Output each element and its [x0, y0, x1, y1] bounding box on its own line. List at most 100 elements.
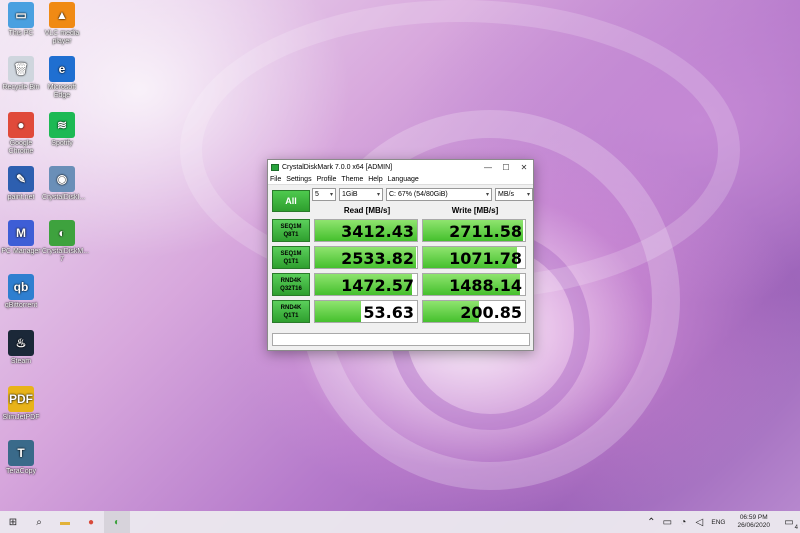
unit-value: MB/s: [498, 191, 514, 198]
test-button-0[interactable]: SEQ1M Q8T1: [272, 219, 310, 242]
clock-date: 26/06/2020: [737, 522, 770, 529]
edge-icon: e: [49, 56, 75, 82]
unit-select[interactable]: MB/s ▾: [495, 188, 533, 201]
file-explorer-icon[interactable]: ▬: [52, 511, 78, 533]
write-result-cell: 2711.58: [422, 219, 526, 242]
test-name: RND4K: [280, 277, 302, 284]
chevron-up-icon[interactable]: ⌃: [643, 511, 659, 533]
test-button-2[interactable]: RND4K Q32T16: [272, 273, 310, 296]
crystaldiskinfo-icon: ◉: [49, 166, 75, 192]
desktop-icon[interactable]: ● Google Chrome: [1, 112, 41, 156]
qbittorrent-icon: qb: [8, 274, 34, 300]
write-result-cell: 1071.78: [422, 246, 526, 269]
all-button[interactable]: All: [272, 190, 310, 212]
desktop-icon[interactable]: ▭ This PC: [1, 2, 41, 38]
write-result-cell: 1488.14: [422, 273, 526, 296]
volume-icon[interactable]: ◁: [691, 511, 707, 533]
menu-settings[interactable]: Settings: [286, 176, 311, 183]
desktop-icon-label: paint.net: [7, 194, 35, 201]
menu-help[interactable]: Help: [368, 176, 382, 183]
read-value: 1472.57: [341, 276, 414, 295]
title-bar[interactable]: CrystalDiskMark 7.0.0 x64 [ADMIN] — ☐ ✕: [268, 160, 533, 174]
desktop-icon[interactable]: ◉ CrystalDiskI...: [42, 166, 86, 202]
search-icon[interactable]: ⌕: [26, 511, 52, 533]
desktop-icon[interactable]: T TeraCopy: [1, 440, 41, 476]
desktop-icon[interactable]: qb qBittorrent: [1, 274, 41, 310]
clock[interactable]: 06:59 PM 26/06/2020: [737, 514, 770, 530]
read-progress-bar: [315, 301, 361, 322]
comment-field[interactable]: [272, 333, 530, 346]
menu-theme[interactable]: Theme: [341, 176, 363, 183]
language-indicator[interactable]: ENG: [711, 519, 725, 526]
read-header: Read [MB/s]: [343, 206, 391, 215]
menu-file[interactable]: File: [270, 176, 281, 183]
desktop-icon-label: CrystalDiskI...: [42, 194, 86, 201]
recycle-bin-icon: 🗑: [8, 56, 34, 82]
test-name: SEQ1M: [280, 223, 302, 230]
drive-value: C: 67% (54/80GiB): [389, 191, 448, 198]
pc-manager-icon: M: [8, 220, 34, 246]
crystaldiskmark-window: CrystalDiskMark 7.0.0 x64 [ADMIN] — ☐ ✕ …: [267, 159, 534, 351]
desktop-icon-label: qBittorrent: [4, 302, 38, 309]
chrome-icon[interactable]: ●: [78, 511, 104, 533]
write-result-cell: 200.85: [422, 300, 526, 323]
menu-profile[interactable]: Profile: [317, 176, 337, 183]
desktop-icon[interactable]: ✎ paint.net: [1, 166, 41, 202]
test-size-value: 1GiB: [342, 191, 358, 198]
test-button-3[interactable]: RND4K Q1T1: [272, 300, 310, 323]
desktop-icon-label: Spotify: [51, 140, 73, 147]
maximize-button[interactable]: ☐: [497, 163, 515, 172]
desktop-icon-label: Recycle Bin: [2, 84, 40, 91]
notification-icon[interactable]: ▭ 4: [778, 511, 800, 533]
pdf-icon: PDF: [8, 386, 34, 412]
menu-bar: File Settings Profile Theme Help Languag…: [268, 174, 533, 185]
desktop-icon[interactable]: M PC Manager: [1, 220, 41, 256]
test-name: RND4K: [280, 304, 302, 311]
paintnet-icon: ✎: [8, 166, 34, 192]
this-pc-icon: ▭: [8, 2, 34, 28]
test-name: SEQ1M: [280, 250, 302, 257]
close-button[interactable]: ✕: [515, 163, 533, 172]
write-header: Write [MB/s]: [451, 206, 499, 215]
write-value: 1071.78: [449, 249, 522, 268]
crystaldiskmark-app-icon: [271, 163, 279, 171]
chevron-down-icon: ▾: [329, 192, 333, 198]
test-params: Q1T1: [283, 258, 299, 265]
read-value: 53.63: [363, 303, 414, 322]
read-result-cell: 2533.82: [314, 246, 418, 269]
drive-select[interactable]: C: 67% (54/80GiB) ▾: [386, 188, 492, 201]
network-icon[interactable]: ◔: [675, 511, 691, 533]
read-result-cell: 3412.43: [314, 219, 418, 242]
desktop-icon[interactable]: PDF SlimJetPDF: [1, 386, 41, 422]
test-count-value: 5: [315, 191, 319, 198]
read-value: 3412.43: [341, 222, 414, 241]
spotify-icon: ≋: [49, 112, 75, 138]
minimize-button[interactable]: —: [479, 163, 497, 172]
desktop-icon-label: Google Chrome: [8, 140, 34, 155]
desktop-icon[interactable]: ◐ CrystalDiskM... 7: [42, 220, 89, 264]
battery-icon[interactable]: ▭: [659, 511, 675, 533]
desktop-icon[interactable]: ▲ VLC media player: [42, 2, 82, 46]
desktop-icon[interactable]: ≋ Spotify: [42, 112, 82, 148]
write-value: 200.85: [460, 303, 522, 322]
desktop-icon-label: VLC media player: [44, 30, 80, 45]
read-result-cell: 1472.57: [314, 273, 418, 296]
desktop-icon-label: This PC: [8, 30, 34, 37]
menu-language[interactable]: Language: [388, 176, 419, 183]
desktop-icon[interactable]: ♨ Steam: [1, 330, 41, 366]
crystaldiskmark-icon[interactable]: ◐: [104, 511, 130, 533]
desktop-icon-label: Microsoft Edge: [47, 84, 77, 99]
chevron-down-icon: ▾: [485, 192, 489, 198]
test-button-1[interactable]: SEQ1M Q1T1: [272, 246, 310, 269]
desktop-icon-label: SlimJetPDF: [2, 414, 40, 421]
test-params: Q8T1: [283, 231, 299, 238]
test-count-select[interactable]: 5 ▾: [312, 188, 336, 201]
start-icon[interactable]: ⊞: [0, 511, 26, 533]
write-value: 2711.58: [449, 222, 522, 241]
toolbar: 5 ▾ 1GiB ▾ C: 67% (54/80GiB) ▾ MB/s ▾: [312, 188, 533, 202]
test-size-select[interactable]: 1GiB ▾: [339, 188, 383, 201]
desktop-icon-label: Steam: [10, 358, 32, 365]
chrome-icon: ●: [8, 112, 34, 138]
desktop-icon[interactable]: e Microsoft Edge: [42, 56, 82, 100]
desktop-icon[interactable]: 🗑 Recycle Bin: [1, 56, 41, 92]
